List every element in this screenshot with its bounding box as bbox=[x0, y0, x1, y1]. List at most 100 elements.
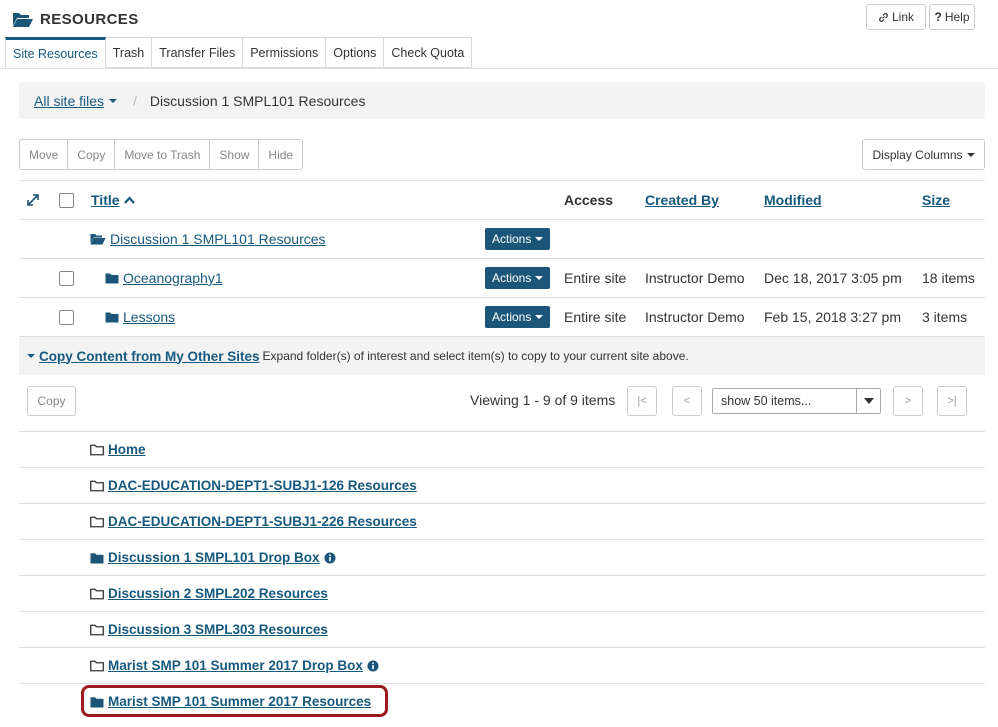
access-column-header: Access bbox=[564, 192, 614, 208]
tab-site-resources[interactable]: Site Resources bbox=[5, 37, 106, 68]
first-page-button[interactable]: |< bbox=[627, 386, 657, 416]
last-page-button[interactable]: >| bbox=[937, 386, 967, 416]
hide-button[interactable]: Hide bbox=[258, 139, 304, 170]
site-row-content: Discussion 3 SMPL303 Resources bbox=[90, 612, 328, 647]
modified-cell: Dec 18, 2017 3:05 pm bbox=[764, 270, 902, 286]
folder-link[interactable]: Oceanography1 bbox=[123, 270, 223, 286]
site-folder-link[interactable]: Discussion 2 SMPL202 Resources bbox=[108, 586, 328, 601]
breadcrumb-current: Discussion 1 SMPL101 Resources bbox=[149, 92, 366, 109]
folder-open-icon bbox=[90, 588, 104, 600]
folder-open-icon bbox=[90, 516, 104, 528]
show-button[interactable]: Show bbox=[209, 139, 260, 170]
site-folder-link[interactable]: DAC-EDUCATION-DEPT1-SUBJ1-126 Resources bbox=[108, 478, 417, 493]
previous-page-button[interactable]: < bbox=[672, 386, 702, 416]
folder-icon bbox=[105, 311, 119, 323]
tab-trash[interactable]: Trash bbox=[105, 37, 153, 68]
display-columns-label: Display Columns bbox=[872, 147, 963, 162]
viewing-count: Viewing 1 - 9 of 9 items bbox=[470, 392, 616, 408]
breadcrumb-root-label: All site files bbox=[34, 92, 105, 109]
info-icon[interactable] bbox=[367, 660, 379, 672]
page-title: RESOURCES bbox=[40, 10, 139, 28]
site-folder-link[interactable]: Home bbox=[108, 442, 146, 457]
actions-button[interactable]: Actions bbox=[485, 306, 551, 328]
breadcrumb-all-site-files[interactable]: All site files bbox=[34, 92, 118, 109]
site-folder-link[interactable]: Discussion 3 SMPL303 Resources bbox=[108, 622, 328, 637]
folder-open-icon bbox=[90, 444, 104, 456]
actions-label: Actions bbox=[492, 271, 532, 285]
modified-column-header[interactable]: Modified bbox=[764, 181, 822, 219]
copy-content-hint: Expand folder(s) of interest and select … bbox=[262, 349, 689, 363]
title-column-header[interactable]: Title bbox=[91, 181, 135, 219]
info-icon[interactable] bbox=[324, 552, 336, 564]
tab-transfer-files[interactable]: Transfer Files bbox=[152, 37, 244, 68]
parent-folder-link[interactable]: Discussion 1 SMPL101 Resources bbox=[110, 231, 326, 247]
actions-button[interactable]: Actions bbox=[485, 228, 551, 250]
link-button[interactable]: Link bbox=[866, 4, 926, 30]
chevron-down-icon bbox=[27, 354, 35, 358]
question-icon: ? bbox=[934, 10, 942, 24]
tab-bar: Site Resources Trash Transfer Files Perm… bbox=[5, 37, 473, 68]
site-row-content: Marist SMP 101 Summer 2017 Drop Box bbox=[90, 648, 379, 683]
table-header-row: Title Access Created By Modified Size bbox=[19, 180, 985, 219]
table-row: Oceanography1 Actions Entire site Instru… bbox=[19, 258, 985, 297]
site-row-content: Discussion 2 SMPL202 Resources bbox=[90, 576, 328, 611]
tab-options[interactable]: Options bbox=[326, 37, 385, 68]
created-by-cell: Instructor Demo bbox=[645, 270, 745, 286]
site-row: Discussion 2 SMPL202 Resources bbox=[19, 575, 985, 611]
folder-link[interactable]: Lessons bbox=[123, 309, 175, 325]
select-arrow-icon bbox=[856, 389, 880, 413]
site-row: DAC-EDUCATION-DEPT1-SUBJ1-226 Resources bbox=[19, 503, 985, 539]
actions-button[interactable]: Actions bbox=[485, 267, 551, 289]
table-row: Discussion 1 SMPL101 Resources Actions bbox=[19, 219, 985, 258]
tab-check-quota[interactable]: Check Quota bbox=[384, 37, 473, 68]
site-folder-link[interactable]: Discussion 1 SMPL101 Drop Box bbox=[108, 550, 320, 565]
copy-content-bar: Copy Content from My Other Sites Expand … bbox=[19, 336, 985, 375]
next-page-button[interactable]: > bbox=[893, 386, 923, 416]
chevron-down-icon bbox=[109, 98, 118, 103]
copy-sites-button[interactable]: Copy bbox=[27, 386, 76, 416]
move-button[interactable]: Move bbox=[19, 139, 69, 170]
site-row-content: Home bbox=[90, 432, 146, 467]
folder-open-icon bbox=[12, 11, 34, 28]
row-actions-cell: Actions bbox=[485, 298, 551, 336]
page-size-select[interactable]: show 50 items... bbox=[712, 388, 881, 414]
copy-content-toggle[interactable]: Copy Content from My Other Sites bbox=[39, 349, 260, 364]
help-label: Help bbox=[944, 10, 970, 24]
chevron-up-icon bbox=[123, 196, 135, 204]
site-folder-link[interactable]: Marist SMP 101 Summer 2017 Drop Box bbox=[108, 658, 363, 673]
actions-label: Actions bbox=[492, 232, 532, 246]
tab-permissions[interactable]: Permissions bbox=[243, 37, 327, 68]
folder-title-cell: Oceanography1 bbox=[105, 259, 223, 297]
help-button[interactable]: ? Help bbox=[929, 4, 975, 30]
link-label: Link bbox=[891, 10, 914, 24]
move-to-trash-button[interactable]: Move to Trash bbox=[114, 139, 211, 170]
created-by-cell: Instructor Demo bbox=[645, 309, 745, 325]
site-folder-link[interactable]: DAC-EDUCATION-DEPT1-SUBJ1-226 Resources bbox=[108, 514, 417, 529]
site-row-content: DAC-EDUCATION-DEPT1-SUBJ1-226 Resources bbox=[90, 504, 417, 539]
folder-solid-icon bbox=[90, 552, 104, 564]
site-row: Discussion 3 SMPL303 Resources bbox=[19, 611, 985, 647]
row-checkbox[interactable] bbox=[59, 259, 74, 297]
item-action-toolbar: Move Copy Move to Trash Show Hide bbox=[19, 139, 304, 170]
created-by-column-header[interactable]: Created By bbox=[645, 181, 719, 219]
folder-open-icon bbox=[90, 480, 104, 492]
copy-button[interactable]: Copy bbox=[67, 139, 116, 170]
actions-label: Actions bbox=[492, 310, 532, 324]
row-checkbox[interactable] bbox=[59, 298, 74, 336]
parent-actions-cell: Actions bbox=[485, 220, 551, 258]
folder-open-icon bbox=[90, 624, 104, 636]
access-cell: Entire site bbox=[564, 309, 627, 325]
chevron-down-icon bbox=[535, 276, 544, 280]
folder-icon bbox=[105, 272, 119, 284]
parent-folder-cell: Discussion 1 SMPL101 Resources bbox=[90, 220, 326, 258]
folder-open-icon bbox=[90, 660, 104, 672]
site-row: Home bbox=[19, 431, 985, 467]
chevron-down-icon bbox=[535, 315, 544, 319]
size-column-header[interactable]: Size bbox=[922, 181, 950, 219]
modified-cell: Feb 15, 2018 3:27 pm bbox=[764, 309, 901, 325]
select-all-checkbox[interactable] bbox=[59, 181, 74, 219]
link-icon bbox=[878, 12, 889, 23]
chevron-down-icon bbox=[966, 152, 975, 157]
expand-icon[interactable] bbox=[26, 181, 40, 219]
display-columns-button[interactable]: Display Columns bbox=[862, 139, 985, 170]
